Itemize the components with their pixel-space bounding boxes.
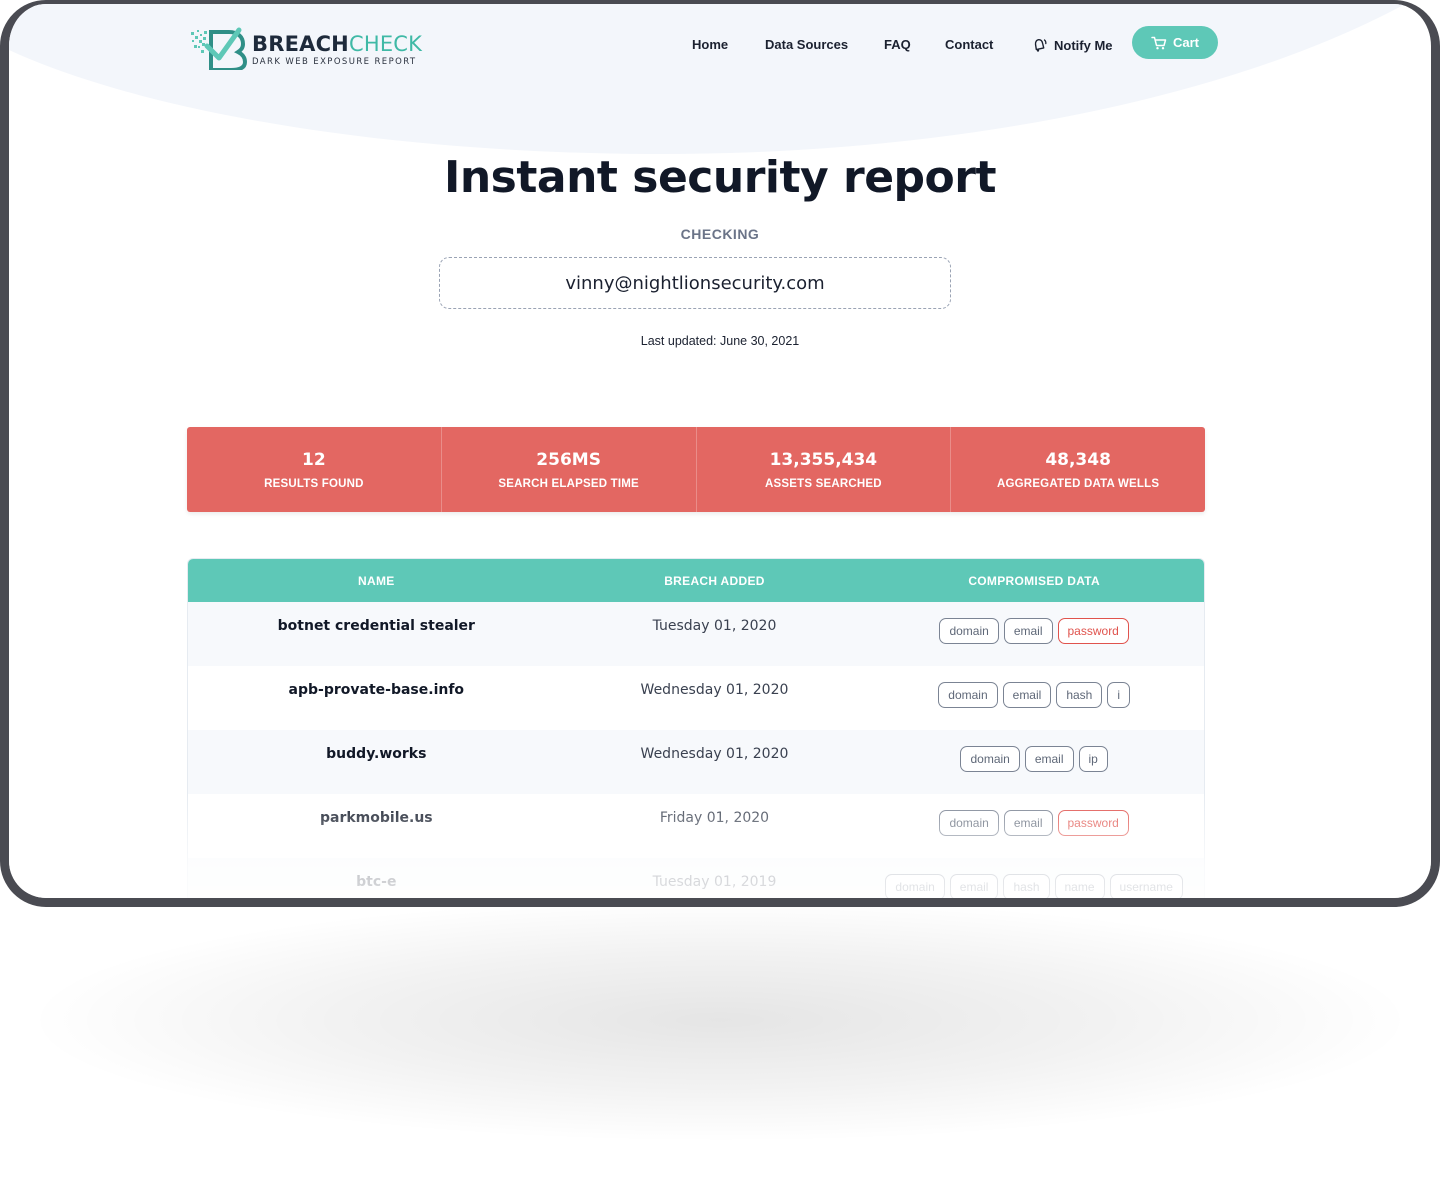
device-shadow <box>40 900 1400 1140</box>
breach-date: Tuesday 01, 2019 <box>652 874 777 890</box>
breach-date: Wednesday 01, 2020 <box>640 746 789 762</box>
data-type-tag: domain <box>939 618 999 644</box>
nav-data-sources[interactable]: Data Sources <box>765 37 848 52</box>
stat-label: RESULTS FOUND <box>264 477 364 490</box>
brand-tagline: DARK WEB EXPOSURE REPORT <box>252 57 417 67</box>
compromised-data-tags: domain email hash i <box>864 666 1204 730</box>
data-type-tag: email <box>949 874 999 898</box>
bell-icon <box>1034 38 1047 52</box>
data-type-tag: domain <box>938 682 998 708</box>
data-type-tag: email <box>1024 746 1074 772</box>
breach-date: Tuesday 01, 2020 <box>652 618 777 634</box>
stat-aggregated-data-wells: 48,348 AGGREGATED DATA WELLS <box>950 427 1205 512</box>
notify-label: Notify Me <box>1054 37 1113 53</box>
nav-contact[interactable]: Contact <box>945 37 993 52</box>
table-row[interactable]: btc-e Tuesday 01, 2019 domain email hash name… <box>188 858 1204 898</box>
stat-label: ASSETS SEARCHED <box>765 477 882 490</box>
stat-value: 12 <box>302 449 326 470</box>
stat-label: SEARCH ELAPSED TIME <box>498 477 639 490</box>
table-header: NAME BREACH ADDED COMPROMISED DATA <box>188 559 1204 602</box>
data-type-tag: hash <box>1056 682 1103 708</box>
nav-notify-me[interactable]: Notify Me <box>1032 37 1113 53</box>
site-header: BREACHCHECK DARK WEB EXPOSURE REPORT Hom… <box>9 4 1431 94</box>
data-type-tag: email <box>1003 618 1053 644</box>
table-row[interactable]: botnet credential stealer Tuesday 01, 202… <box>188 602 1204 666</box>
data-type-tag: domain <box>960 746 1020 772</box>
breach-date: Friday 01, 2020 <box>659 810 770 826</box>
compromised-data-tags: domain email ip <box>864 730 1204 794</box>
data-type-tag: domain <box>885 874 945 898</box>
breach-name: apb-provate-base.info <box>288 682 465 698</box>
data-type-tag: domain <box>939 810 999 836</box>
compromised-data-tags: domain email password <box>864 602 1204 666</box>
page-title: Instant security report <box>443 152 997 203</box>
cart-label: Cart <box>1172 35 1199 50</box>
compromised-data-tags: domain email hash name username <box>864 858 1204 898</box>
brand-name-part2: CHECK <box>348 32 423 56</box>
checked-email-field: vinny@nightlionsecurity.com <box>439 257 951 309</box>
breach-name: botnet credential stealer <box>277 618 475 634</box>
data-type-tag: ip <box>1078 746 1108 772</box>
stat-label: AGGREGATED DATA WELLS <box>997 477 1160 490</box>
data-type-tag: hash <box>1003 874 1050 898</box>
data-type-tag: username <box>1109 874 1183 898</box>
data-type-tag: email <box>1003 810 1053 836</box>
brand-name-part1: BREACH <box>252 32 349 56</box>
cart-icon <box>1151 36 1167 49</box>
brand-logo[interactable]: BREACHCHECK DARK WEB EXPOSURE REPORT <box>189 26 449 76</box>
table-row[interactable]: parkmobile.us Friday 01, 2020 domain email p… <box>188 794 1204 858</box>
breach-name: parkmobile.us <box>320 810 433 826</box>
stat-value: 13,355,434 <box>769 449 878 470</box>
table-row[interactable]: apb-provate-base.info Wednesday 01, 2020 d… <box>188 666 1204 730</box>
stat-value: 256MS <box>536 449 601 470</box>
cart-button[interactable]: Cart <box>1132 26 1218 59</box>
stats-banner: 12 RESULTS FOUND 256MS SEARCH ELAPSED TI… <box>187 427 1205 512</box>
data-type-tag: password <box>1057 618 1129 644</box>
compromised-data-tags: domain email password <box>864 794 1204 858</box>
column-header-compromised-data[interactable]: COMPROMISED DATA <box>864 574 1204 588</box>
stat-results-found: 12 RESULTS FOUND <box>187 427 441 512</box>
column-header-name[interactable]: NAME <box>188 574 565 588</box>
data-type-tag: name <box>1054 874 1105 898</box>
breachcheck-logo-icon <box>191 27 248 70</box>
stat-search-elapsed-time: 256MS SEARCH ELAPSED TIME <box>440 427 696 512</box>
column-header-breach-added[interactable]: BREACH ADDED <box>565 574 865 588</box>
data-type-tag: email <box>1002 682 1052 708</box>
breach-name: btc-e <box>356 874 397 890</box>
data-type-tag: i <box>1107 682 1131 708</box>
brand-name: BREACHCHECK <box>252 32 422 56</box>
nav-faq[interactable]: FAQ <box>884 37 911 52</box>
breach-date: Wednesday 01, 2020 <box>640 682 789 698</box>
last-updated-text: Last updated: June 30, 2021 <box>640 334 800 348</box>
table-body: botnet credential stealer Tuesday 01, 202… <box>188 602 1204 898</box>
nav-home[interactable]: Home <box>692 37 728 52</box>
stat-value: 48,348 <box>1045 449 1111 470</box>
table-row[interactable]: buddy.works Wednesday 01, 2020 domain email… <box>188 730 1204 794</box>
stat-assets-searched: 13,355,434 ASSETS SEARCHED <box>695 427 951 512</box>
breach-name: buddy.works <box>326 746 427 762</box>
data-type-tag: password <box>1057 810 1129 836</box>
breach-results-table: NAME BREACH ADDED COMPROMISED DATA botne… <box>187 558 1205 898</box>
device-frame: BREACHCHECK DARK WEB EXPOSURE REPORT Hom… <box>0 0 1440 907</box>
checking-label: CHECKING <box>680 226 760 242</box>
